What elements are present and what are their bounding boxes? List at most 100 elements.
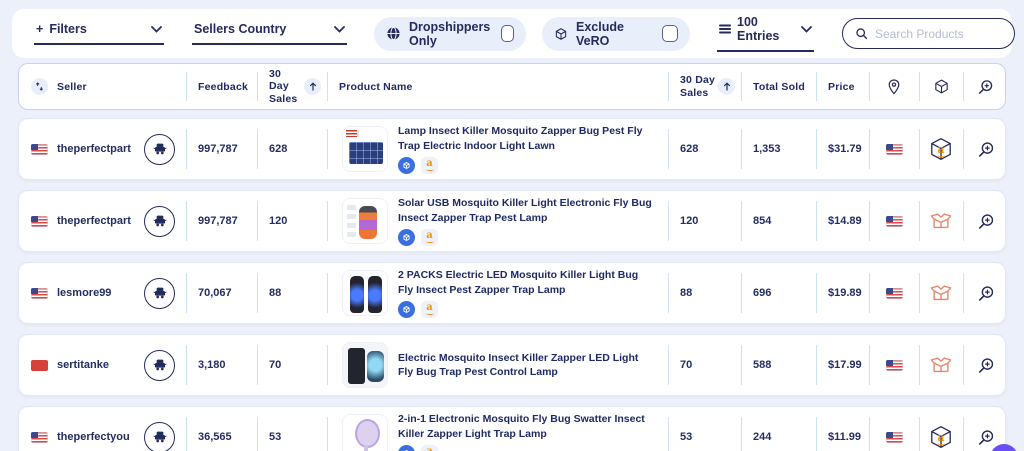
supplier-cell: a [919,191,963,251]
feedback-value: 997,787 [198,215,238,227]
amazon-badge-icon[interactable]: a [421,156,438,174]
product-title-link[interactable]: Solar USB Mosquito Killer Light Electron… [398,196,656,224]
seller-name-link[interactable]: theperfectyou [57,431,130,443]
box-supplier-icon[interactable] [929,210,953,232]
product-cell: 2-in-1 Electronic Mosquito Fly Bug Swatt… [327,407,668,451]
entries-dropdown[interactable]: 100 Entries [717,9,814,58]
globe-icon [386,26,401,41]
sales-30day-value: 120 [269,215,288,227]
dropshippers-only-checkbox[interactable] [500,25,514,42]
header-product-name-label: Product Name [339,80,413,93]
product-search-cell [963,119,1007,179]
location-cell [869,335,919,395]
product-badges: a [398,228,656,246]
product-thumbnail[interactable] [342,270,388,316]
amazon-badge-icon[interactable]: a [421,444,438,451]
product-thumbnail[interactable] [342,414,388,451]
sales-30day-2-value: 120 [680,215,699,227]
product-search-cell [963,335,1007,395]
product-badges: a [398,300,656,318]
amazon-badge-icon[interactable]: a [421,300,438,318]
sort-icon[interactable] [31,78,48,95]
header-feedback: Feedback [186,64,257,109]
feedback-cell: 997,787 [186,191,257,251]
header-feedback-label: Feedback [198,80,249,93]
dropshipper-truck-icon[interactable] [144,205,175,237]
similar-products-icon[interactable] [398,444,415,451]
sales-30day-2-value: 88 [680,287,693,299]
sales-30day-2-cell: 628 [668,119,741,179]
similar-products-icon[interactable] [398,300,415,318]
product-title-link[interactable]: Electric Mosquito Insect Killer Zapper L… [398,351,656,379]
header-supplier [919,64,963,109]
seller-name-link[interactable]: lesmore99 [57,287,111,299]
sales-30day-value: 70 [269,359,282,371]
search-icon [855,27,868,40]
amazon-supplier-icon[interactable]: a [928,136,954,162]
dropshipper-truck-icon[interactable] [144,421,175,451]
sales-30day-cell: 53 [257,407,327,451]
product-cell: 2 PACKS Electric LED Mosquito Killer Lig… [327,263,668,323]
seller-name-link[interactable]: theperfectpart [57,215,131,227]
seller-name-link[interactable]: theperfectpart [57,143,131,155]
similar-products-icon[interactable] [398,156,415,174]
chevron-down-icon [334,25,345,33]
seller-cell: theperfectyou [19,407,186,451]
dropshipper-truck-icon[interactable] [144,277,175,309]
seller-cell: theperfectpart [19,119,186,179]
feedback-cell: 3,180 [186,335,257,395]
price-value: $11.99 [828,431,862,443]
magnifier-plus-button[interactable] [972,136,999,163]
list-icon [719,24,731,34]
product-title-link[interactable]: 2-in-1 Electronic Mosquito Fly Bug Swatt… [398,412,656,440]
box-supplier-icon[interactable] [929,354,953,376]
supplier-cell: a [919,407,963,451]
sort-up-icon[interactable] [304,78,321,95]
total-sold-cell: 244 [741,407,816,451]
seller-country-flag-icon [31,143,48,155]
product-thumbnail[interactable] [342,198,388,244]
product-search-cell [963,191,1007,251]
search-input[interactable] [875,26,1002,41]
similar-products-icon[interactable] [398,228,415,246]
product-title-link[interactable]: 2 PACKS Electric LED Mosquito Killer Lig… [398,268,656,296]
product-thumbnail[interactable] [342,342,388,388]
box-supplier-icon[interactable] [929,282,953,304]
magnifier-plus-button[interactable] [972,352,999,379]
seller-cell: lesmore99 [19,263,186,323]
header-price-label: Price [828,80,855,93]
dropshippers-only-toggle: Dropshippers Only [374,9,526,58]
sales-30day-2-value: 628 [680,143,699,155]
sort-up-icon[interactable] [718,78,735,95]
location-flag-icon [885,287,903,299]
product-thumbnail[interactable] [342,126,388,172]
plus-icon: + [36,22,44,36]
table-row: sertitanke 3,180 70 Electric Mosquito In… [18,334,1006,396]
sales-30day-2-cell: 70 [668,335,741,395]
filters-dropdown[interactable]: + Filters [34,9,164,58]
dropshipper-truck-icon[interactable] [144,133,175,165]
header-30-day-sales: 30 Day Sales [257,64,327,109]
location-cell [869,119,919,179]
product-title-link[interactable]: Lamp Insect Killer Mosquito Zapper Bug P… [398,124,656,152]
sales-30day-value: 628 [269,143,288,155]
dropshipper-truck-icon[interactable] [144,349,175,381]
magnifier-plus-button[interactable] [972,208,999,235]
amazon-badge-icon[interactable]: a [421,228,438,246]
sales-30day-2-cell: 120 [668,191,741,251]
product-cell: Solar USB Mosquito Killer Light Electron… [327,191,668,251]
feedback-value: 70,067 [198,287,232,299]
sales-30day-cell: 88 [257,263,327,323]
sellers-country-dropdown[interactable]: Sellers Country [192,9,347,58]
table-row: theperfectpart 997,787 120 Solar USB Mos… [18,190,1006,252]
total-sold-value: 1,353 [753,143,781,155]
exclude-vero-checkbox[interactable] [661,25,678,42]
sales-30day-2-value: 70 [680,359,693,371]
location-flag-icon [885,359,903,371]
seller-name-link[interactable]: sertitanke [57,359,109,371]
header-price: Price [816,64,869,109]
header-seller-label: Seller [57,80,87,93]
exclude-vero-label: Exclude VeRO [576,19,624,48]
amazon-supplier-icon[interactable]: a [928,424,954,450]
magnifier-plus-button[interactable] [972,280,999,307]
